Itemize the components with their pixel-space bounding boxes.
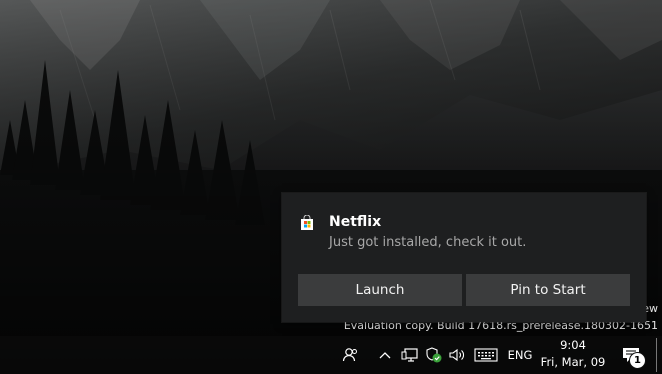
desktop: ew Evaluation copy. Build 17618.rs_prere… [0,0,662,374]
launch-button[interactable]: Launch [298,274,462,306]
volume-icon [449,348,464,362]
touch-keyboard-button[interactable] [471,336,501,374]
network-button[interactable] [400,336,420,374]
show-hidden-icons-button[interactable] [376,336,394,374]
touch-keyboard-icon [474,348,498,362]
people-button[interactable] [337,336,363,374]
clock-date: Fri, Mar, 09 [540,355,606,369]
taskbar: ENG 9:04 Fri, Mar, 09 [0,336,662,374]
volume-button[interactable] [447,336,467,374]
notification-count-badge: 1 [629,352,646,369]
show-desktop-button[interactable] [656,338,657,372]
input-language-button[interactable]: ENG [505,336,535,374]
security-icon [426,347,442,363]
notification-title: Netflix [329,214,382,230]
notification-body: Just got installed, check it out. [329,235,527,250]
security-button[interactable] [423,336,445,374]
people-icon [342,348,357,362]
store-bag-icon [301,215,313,230]
chevron-up-icon [379,352,391,359]
toast-notification[interactable]: Netflix Just got installed, check it out… [282,193,646,322]
pin-to-start-button[interactable]: Pin to Start [466,274,630,306]
network-icon [401,348,418,362]
clock-time: 9:04 [560,338,586,352]
clock[interactable]: 9:04 Fri, Mar, 09 [540,336,606,374]
